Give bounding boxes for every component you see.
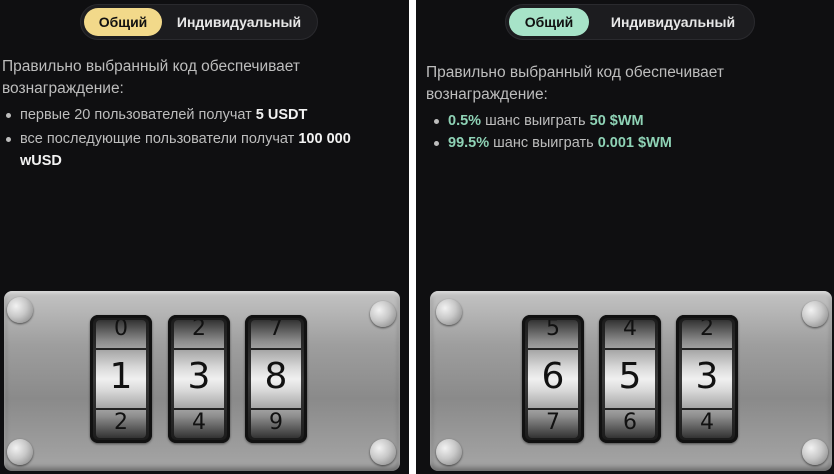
reward-text: все последующие пользователи получат <box>20 131 299 147</box>
chance-percent: 99.5% <box>448 135 490 151</box>
list-item: первые 20 пользователей получат 5 USDT <box>2 104 382 126</box>
wheel-digit: 3 <box>187 356 211 397</box>
tab-general[interactable]: Общий <box>84 8 162 36</box>
list-item: все последующие пользователи получат 100… <box>2 128 360 172</box>
reward-description: Правильно выбранный код обеспечивает воз… <box>2 58 300 97</box>
mode-toggle: Общий Индивидуальный <box>80 4 318 40</box>
screw-icon <box>436 439 462 465</box>
wheel-next-digit: 6 <box>623 410 637 435</box>
code-wheel-1[interactable]: 5 6 7 <box>522 315 584 443</box>
tab-individual[interactable]: Индивидуальный <box>169 8 309 36</box>
wheel-prev-digit: 7 <box>269 320 283 341</box>
wheel-next-digit: 7 <box>546 410 560 435</box>
screw-icon <box>370 439 396 465</box>
screw-icon <box>802 439 828 465</box>
screw-icon <box>7 297 33 323</box>
screw-icon <box>436 299 462 325</box>
wheel-next-digit: 2 <box>114 410 128 435</box>
wheel-prev-digit: 5 <box>546 320 560 341</box>
reward-text: первые 20 пользователей получат <box>20 107 256 123</box>
reward-text: шанс выиграть <box>489 135 598 151</box>
left-panel: Общий Индивидуальный Правильно выбранный… <box>0 0 409 474</box>
code-lock: 0 1 2 2 3 4 7 8 9 <box>4 291 400 471</box>
reward-amount: 0.001 $WM <box>597 135 672 151</box>
code-wheel-3[interactable]: 2 3 4 <box>676 315 738 443</box>
chance-percent: 0.5% <box>448 113 482 129</box>
wheel-next-digit: 4 <box>192 410 206 435</box>
code-wheel-3[interactable]: 7 8 9 <box>245 315 307 443</box>
screw-icon <box>802 301 828 327</box>
code-wheel-1[interactable]: 0 1 2 <box>90 315 152 443</box>
reward-description: Правильно выбранный код обеспечивает воз… <box>426 64 724 103</box>
wheel-digit: 3 <box>695 356 719 397</box>
code-wheel-2[interactable]: 4 5 6 <box>599 315 661 443</box>
wheel-digit: 6 <box>541 356 565 397</box>
screw-icon <box>7 439 33 465</box>
list-item: 99.5% шанс выиграть 0.001 $WM <box>430 132 810 154</box>
reward-amount: 5 USDT <box>255 107 308 123</box>
list-item: 0.5% шанс выиграть 50 $WM <box>430 110 810 132</box>
right-panel: Общий Индивидуальный Правильно выбранный… <box>416 0 834 474</box>
wheel-next-digit: 9 <box>269 410 283 435</box>
reward-amount: 50 $WM <box>589 113 644 129</box>
reward-list: первые 20 пользователей получат 5 USDT в… <box>2 104 382 172</box>
tab-general[interactable]: Общий <box>509 8 589 36</box>
mode-toggle: Общий Индивидуальный <box>505 4 755 40</box>
wheel-prev-digit: 2 <box>192 320 206 341</box>
screw-icon <box>370 301 396 327</box>
reward-list: 0.5% шанс выиграть 50 $WM 99.5% шанс выи… <box>430 110 810 154</box>
wheel-prev-digit: 2 <box>700 320 714 341</box>
code-lock: 5 6 7 4 5 6 2 3 4 <box>430 291 832 471</box>
code-wheel-2[interactable]: 2 3 4 <box>168 315 230 443</box>
tab-individual[interactable]: Индивидуальный <box>598 8 748 36</box>
wheel-prev-digit: 0 <box>114 320 128 341</box>
reward-text: шанс выиграть <box>481 113 590 129</box>
wheel-next-digit: 4 <box>700 410 714 435</box>
wheel-digit: 5 <box>618 356 642 397</box>
wheel-prev-digit: 4 <box>623 320 637 341</box>
wheel-digit: 8 <box>264 356 288 397</box>
wheel-digit: 1 <box>109 356 133 397</box>
